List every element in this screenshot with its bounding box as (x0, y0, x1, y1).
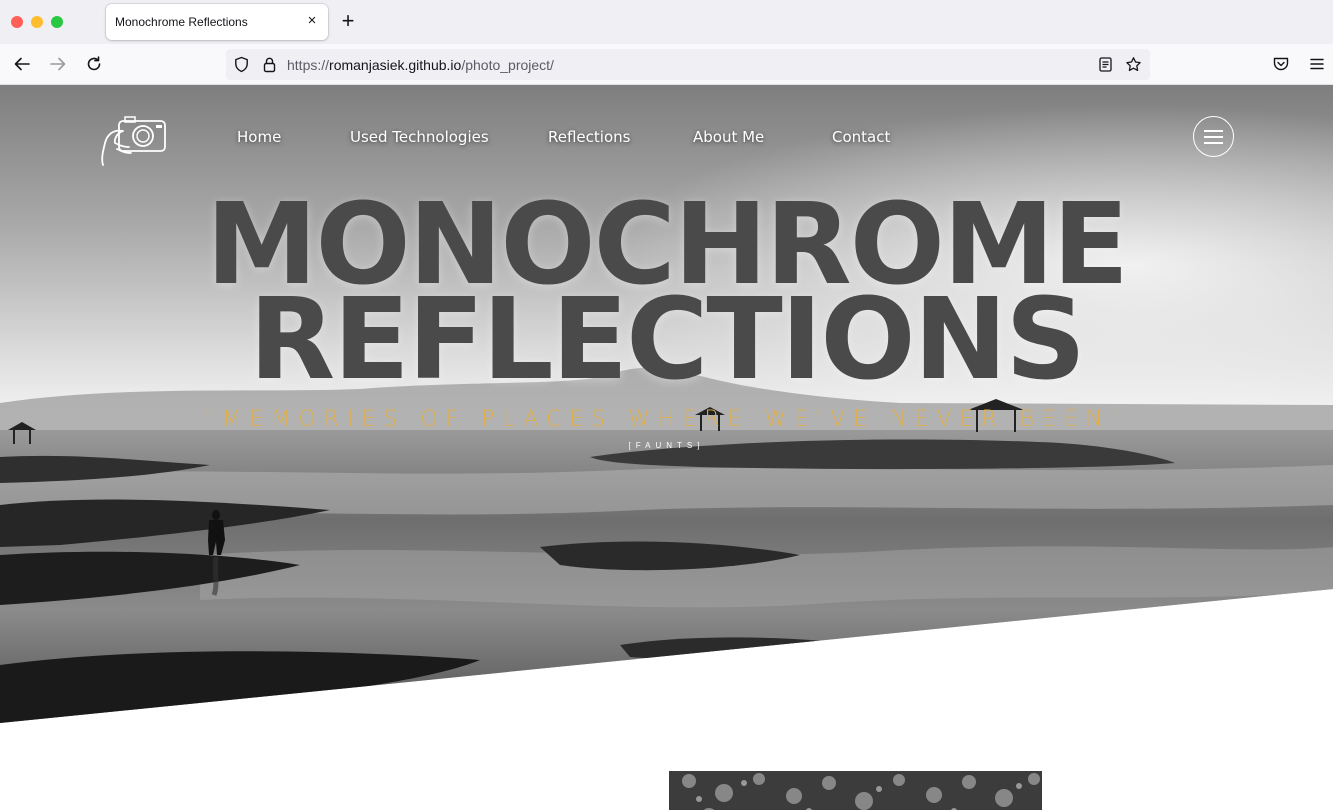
reload-icon[interactable] (83, 53, 105, 75)
burger-line (1204, 136, 1223, 138)
hero-title-line-2: REFLECTIONS (248, 275, 1086, 405)
tab-title: Monochrome Reflections (115, 15, 248, 29)
maximize-window-button[interactable] (51, 16, 63, 28)
hero-section: Home Used Technologies Reflections About… (0, 85, 1333, 723)
address-bar[interactable]: https://romanjasiek.github.io/photo_proj… (226, 49, 1150, 80)
nav-link-reflections[interactable]: Reflections (548, 128, 630, 146)
new-tab-button[interactable]: + (338, 10, 358, 32)
url-scheme: https:// (287, 57, 330, 73)
lock-icon[interactable] (261, 56, 278, 73)
browser-tab-bar: Monochrome Reflections × + (0, 0, 1333, 44)
nav-link-home[interactable]: Home (237, 128, 281, 146)
hero-quote: "MEMORIES OF PLACES WHERE WE'VE NEVER BE… (204, 407, 1129, 432)
url-path: /photo_project/ (461, 57, 554, 73)
back-arrow-icon[interactable] (11, 53, 33, 75)
nav-link-about-me[interactable]: About Me (693, 128, 764, 146)
site-hamburger-menu-icon[interactable] (1193, 116, 1234, 157)
foliage-photo (669, 771, 1042, 810)
web-page: Home Used Technologies Reflections About… (0, 85, 1333, 810)
burger-line (1204, 130, 1223, 132)
browser-toolbar: https://romanjasiek.github.io/photo_proj… (0, 44, 1333, 85)
close-tab-icon[interactable]: × (304, 13, 320, 29)
gallery-photo-thumbnail[interactable] (669, 771, 1042, 810)
reader-view-icon[interactable] (1097, 56, 1114, 73)
url-text[interactable]: https://romanjasiek.github.io/photo_proj… (287, 57, 554, 73)
url-host: romanjasiek.github.io (329, 57, 462, 73)
close-window-button[interactable] (11, 16, 23, 28)
nav-link-contact[interactable]: Contact (832, 128, 890, 146)
bookmark-star-icon[interactable] (1125, 56, 1142, 73)
forward-arrow-icon[interactable] (47, 53, 69, 75)
shield-icon[interactable] (233, 56, 250, 73)
camera-hand-logo-icon[interactable] (99, 111, 169, 169)
burger-line (1204, 142, 1223, 144)
pocket-icon[interactable] (1271, 54, 1291, 74)
browser-tab-active[interactable]: Monochrome Reflections × (106, 4, 328, 40)
minimize-window-button[interactable] (31, 16, 43, 28)
hamburger-menu-icon[interactable] (1307, 54, 1327, 74)
hero-quote-author: [FAUNTS] (628, 441, 705, 450)
nav-link-used-technologies[interactable]: Used Technologies (350, 128, 489, 146)
